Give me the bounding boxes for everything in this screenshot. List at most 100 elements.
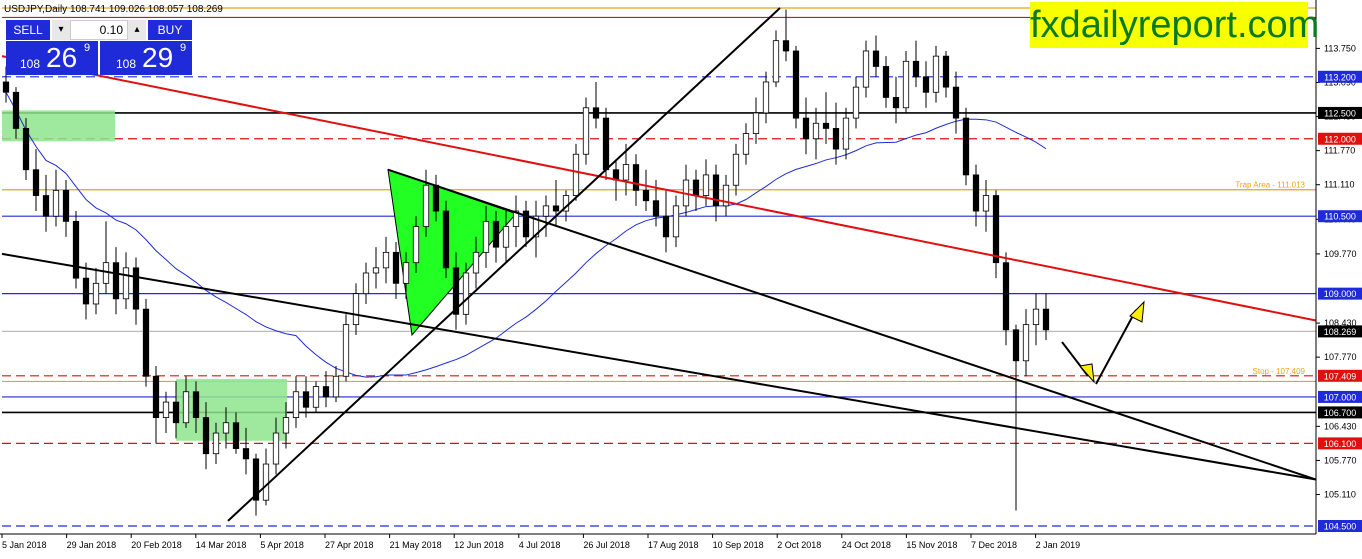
candle-body [492, 220, 500, 248]
time-tick-label: 2 Oct 2018 [777, 540, 821, 550]
candle-body [362, 272, 370, 295]
candle-body [882, 66, 890, 98]
candle-body [322, 386, 330, 398]
candle-body [372, 267, 380, 274]
price-chart: Trap Area - 111.013 Stop - 107.409 113.75… [0, 0, 1362, 554]
symbol-header: USDJPY,Daily 108.741 109.026 108.057 108… [4, 4, 223, 15]
candle-body [22, 128, 30, 171]
up-arrow-shaft [1095, 309, 1137, 385]
candle-body [422, 184, 430, 227]
candle-body [942, 55, 950, 88]
time-tick-label: 15 Nov 2018 [906, 540, 957, 550]
candle-body [952, 86, 960, 119]
time-tick-label: 5 Apr 2018 [260, 540, 304, 550]
time-tick-label: 17 Aug 2018 [648, 540, 699, 550]
sell-price-main: 26 [46, 42, 78, 73]
candle-body [782, 40, 790, 52]
price-label: 113.200 [1324, 72, 1356, 82]
candle-body [172, 401, 180, 424]
candle-body [1042, 308, 1050, 331]
time-tick-label: 26 Jul 2018 [583, 540, 630, 550]
candle-body [572, 153, 580, 196]
candle-body [462, 272, 470, 315]
sell-button[interactable]: SELL [6, 20, 50, 40]
candle-body [192, 391, 200, 418]
support-trendline [227, 7, 781, 522]
candle-body [412, 226, 420, 264]
candle-body [742, 133, 750, 155]
candle-body [732, 153, 740, 186]
time-tick-label: 12 Jun 2018 [454, 540, 504, 550]
time-axis: 5 Jan 2018 29 Jan 2018 20 Feb 2018 14 Mar 2… [0, 533, 1316, 550]
candle-body [122, 267, 130, 300]
candle-body [142, 308, 150, 377]
candle-body [352, 293, 360, 326]
candle-body [62, 189, 70, 222]
lower-trendline [1, 252, 1317, 481]
buy-button[interactable]: BUY [148, 20, 192, 40]
candles [2, 9, 1050, 516]
candle-body [982, 195, 990, 212]
candle-body [92, 282, 100, 305]
candle-body [332, 375, 340, 398]
candle-body [962, 117, 970, 176]
candle-body [912, 60, 920, 78]
buy-price[interactable]: 108 29 9 [100, 41, 192, 75]
lot-down-button[interactable]: ▾ [52, 20, 70, 40]
price-label: 104.500 [1324, 522, 1357, 532]
time-tick-label: 29 Jan 2018 [67, 540, 117, 550]
candle-body [832, 128, 840, 150]
candle-body [692, 179, 700, 196]
candle-body [842, 117, 850, 150]
sell-price[interactable]: 108 26 9 [6, 41, 98, 75]
candle-body [472, 251, 480, 274]
candle-body [1012, 329, 1020, 362]
candle-body [222, 422, 230, 434]
sell-price-pip: 9 [84, 42, 91, 54]
demand-zone-bottom [176, 378, 287, 441]
candle-body [662, 215, 670, 238]
candle-body [1022, 324, 1030, 362]
candle-body [132, 267, 140, 310]
price-tick-label: 113.750 [1324, 43, 1356, 53]
candle-body [602, 117, 610, 171]
level-annotation: Trap Area - 111.013 [1235, 181, 1305, 190]
price-label: 109.000 [1324, 289, 1357, 299]
time-tick-label: 24 Oct 2018 [842, 540, 891, 550]
candle-body [552, 205, 560, 212]
candle-body [202, 417, 210, 455]
candle-body [212, 432, 220, 455]
resistance-trendline [1, 55, 1317, 322]
chart-area[interactable]: Trap Area - 111.013 Stop - 107.409 113.75… [0, 0, 1362, 554]
candle-body [622, 164, 630, 181]
candle-body [152, 375, 160, 418]
lot-up-button[interactable]: ▴ [128, 20, 146, 40]
price-label: 108.269 [1324, 327, 1357, 337]
time-tick-label: 14 Mar 2018 [196, 540, 247, 550]
candle-body [862, 50, 870, 88]
brand-watermark: fxdailyreport.com [1030, 2, 1320, 48]
candle-body [82, 277, 90, 305]
level-annotation: Stop - 107.409 [1253, 367, 1306, 376]
buy-price-pip: 9 [180, 42, 187, 54]
candle-body [12, 91, 20, 129]
candle-body [112, 262, 120, 300]
candle-body [822, 122, 830, 129]
candle-body [342, 324, 350, 377]
time-tick-label: 5 Jan 2018 [2, 540, 47, 550]
candle-body [922, 76, 930, 93]
time-tick-label: 2 Jan 2019 [1036, 540, 1081, 550]
candle-body [872, 50, 880, 67]
candle-body [52, 189, 60, 217]
price-label: 107.000 [1324, 392, 1357, 402]
candle-body [712, 174, 720, 207]
lot-size-input[interactable]: 0.10 [70, 20, 128, 40]
candle-body [382, 251, 390, 269]
price-tick-label: 105.110 [1324, 490, 1356, 500]
price-tick-label: 111.110 [1324, 180, 1355, 190]
candle-body [812, 122, 820, 140]
candle-body [232, 422, 240, 449]
candle-body [632, 164, 640, 191]
one-click-trade-panel: SELL ▾ 0.10 ▴ BUY 108 26 9 108 29 9 [6, 20, 192, 76]
candle-body [32, 169, 40, 196]
